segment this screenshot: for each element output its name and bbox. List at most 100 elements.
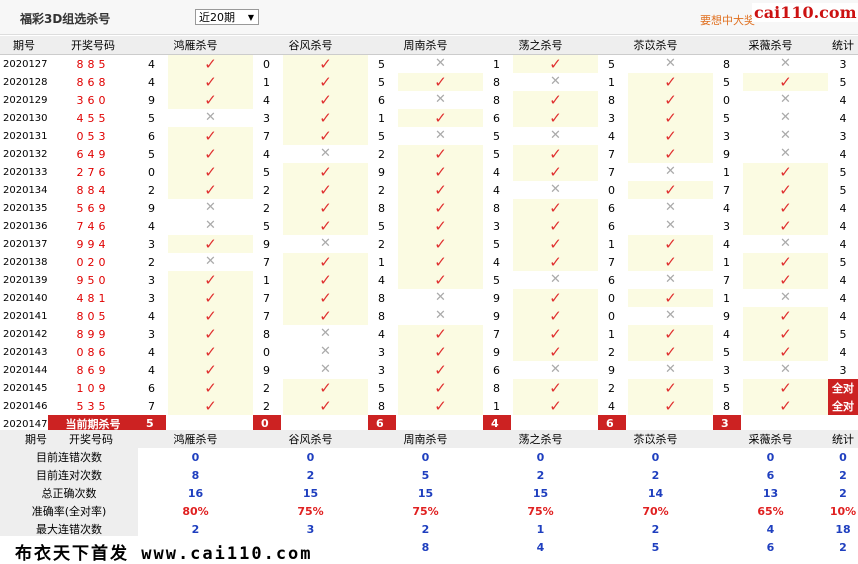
period-select[interactable]: 近20期 ▼ <box>195 9 259 25</box>
kill-digit: 2 <box>378 183 385 197</box>
table-header-row: 期号 开奖号码 鸿雁杀号 谷风杀号 周南杀号 荡之杀号 苶苡杀号 采薇杀号 统计 <box>0 36 858 55</box>
site-logo[interactable]: cai110.com <box>752 3 858 22</box>
expert-cell: 1 ✓ <box>368 109 483 127</box>
check-icon: ✓ <box>513 397 598 415</box>
kill-digit: 5 <box>608 57 615 71</box>
expert-cell: 4 ✓ <box>138 55 253 73</box>
kill-digit: 0 <box>608 309 615 323</box>
kill-digit: 9 <box>608 363 615 377</box>
expert-cell-inner: 5 ✓ <box>368 73 483 91</box>
row-stat: 4 <box>839 219 847 233</box>
kill-digit: 8 <box>378 291 385 305</box>
row-stat: 4 <box>839 291 847 305</box>
expert-cell-inner: 8 ✓ <box>598 91 713 109</box>
row-qihao: 2020138 <box>3 256 48 268</box>
stats-row: 准确率(全对率) 80% 75% 75% 75% 70% 65% 10% <box>0 502 858 520</box>
expert-cell-inner: 9 ✓ <box>368 163 483 181</box>
stats-value: 75% <box>297 504 324 518</box>
row-qihao: 2020133 <box>3 166 48 178</box>
kill-digit: 5 <box>493 147 500 161</box>
expert-cell-inner: 7 ✓ <box>713 271 828 289</box>
expert-cell: 0 ✓ <box>253 55 368 73</box>
row-stat: 4 <box>839 345 847 359</box>
expert-cell-inner: 3 ✓ <box>713 217 828 235</box>
expert-cell-inner: 3 ✓ <box>368 361 483 379</box>
footer-text: 布衣天下首发 www.cai110.com <box>15 544 313 564</box>
kill-digit: 3 <box>493 219 500 233</box>
expert-cell-inner: 2 ✓ <box>253 181 368 199</box>
check-icon: ✓ <box>168 361 253 379</box>
kill-digit: 7 <box>493 327 500 341</box>
expert-cell-inner: 3 ✓ <box>138 325 253 343</box>
kill-digit: 9 <box>378 165 385 179</box>
cross-icon: ✕ <box>665 308 676 323</box>
check-icon: ✓ <box>513 325 598 343</box>
row-stat: 5 <box>839 183 847 197</box>
expert-cell: 5 ✕ <box>483 127 598 145</box>
stats-value: 6 <box>766 540 775 554</box>
check-icon: ✓ <box>628 289 713 307</box>
check-icon: ✓ <box>743 199 828 217</box>
stats-value: 5 <box>651 540 660 554</box>
check-icon: ✓ <box>168 127 253 145</box>
kill-digit: 5 <box>148 147 155 161</box>
kill-digit: 9 <box>493 345 500 359</box>
kill-digit: 4 <box>148 57 155 71</box>
expert-cell-inner: 7 ✓ <box>253 307 368 325</box>
kill-digit: 4 <box>148 345 155 359</box>
expert-cell: 5 ✓ <box>483 145 598 163</box>
check-icon: ✓ <box>628 325 713 343</box>
expert-cell: 7 ✓ <box>713 271 828 289</box>
expert-cell: 1 ✕ <box>713 289 828 307</box>
expert-cell-inner: 4 ✓ <box>138 343 253 361</box>
stats-total: 2 <box>839 468 847 482</box>
stats-value: 70% <box>642 504 669 518</box>
expert-cell: 5 ✓ <box>483 235 598 253</box>
kill-digit: 4 <box>608 129 615 143</box>
cross-icon: ✕ <box>665 200 676 215</box>
check-icon: ✓ <box>513 55 598 73</box>
expert-cell: 4 ✓ <box>713 199 828 217</box>
expert-cell-inner: 9 ✓ <box>713 307 828 325</box>
promo-banner[interactable]: 要想中大奖 <box>700 12 755 28</box>
top-bar: 福彩3D组选杀号 近20期 ▼ 要想中大奖 cai110.com <box>0 0 858 35</box>
stats-label: 准确率(全对率) <box>0 502 138 520</box>
expert-cell: 9 ✓ <box>483 289 598 307</box>
check-icon: ✓ <box>743 343 828 361</box>
expert-cell: 2 ✓ <box>253 181 368 199</box>
expert-cell: 1 ✓ <box>598 325 713 343</box>
cross-icon: ✕ <box>320 326 331 341</box>
check-icon: ✓ <box>628 127 713 145</box>
check-icon: ✓ <box>168 91 253 109</box>
check-icon: ✓ <box>398 217 483 235</box>
expert-cell-inner: 4 ✓ <box>138 73 253 91</box>
cross-icon: ✕ <box>320 146 331 161</box>
kill-digit: 3 <box>378 363 385 377</box>
expert-cell: 4 ✓ <box>483 163 598 181</box>
kill-digit: 2 <box>263 183 270 197</box>
col-expert-2: 谷风杀号 <box>253 36 368 55</box>
row-qihao: 2020143 <box>3 346 48 358</box>
expert-cell-inner: 5 ✓ <box>713 379 828 397</box>
stats-value: 0 <box>651 450 660 464</box>
col-expert-5: 苶苡杀号 <box>598 36 713 55</box>
expert-cell-inner: 4 ✓ <box>368 271 483 289</box>
expert-cell: 1 ✓ <box>598 73 713 91</box>
cross-icon: ✕ <box>435 290 446 305</box>
expert-cell: 9 ✓ <box>713 307 828 325</box>
check-icon: ✓ <box>743 217 828 235</box>
check-icon: ✓ <box>168 397 253 415</box>
chevron-down-icon[interactable]: ▼ <box>248 10 254 26</box>
stats-col-expert-6: 采薇杀号 <box>713 430 828 448</box>
cross-icon: ✕ <box>550 272 561 287</box>
stats-value: 4 <box>766 522 775 536</box>
table-row: 2020129 360 9 ✓ 4 ✓ 6 ✕ 8 ✓ 8 ✓ 0 ✕ 4 <box>0 91 858 109</box>
cross-icon: ✕ <box>435 308 446 323</box>
expert-cell-inner: 7 ✕ <box>598 163 713 181</box>
table-row: 2020127 885 4 ✓ 0 ✓ 5 ✕ 1 ✓ 5 ✕ 8 ✕ 3 <box>0 55 858 73</box>
expert-cell-inner: 2 ✓ <box>368 235 483 253</box>
stats-col-expert-4: 荡之杀号 <box>483 430 598 448</box>
stats-label: 目前连对次数 <box>0 466 138 484</box>
expert-cell: 0 ✕ <box>598 307 713 325</box>
kill-digit: 3 <box>148 291 155 305</box>
